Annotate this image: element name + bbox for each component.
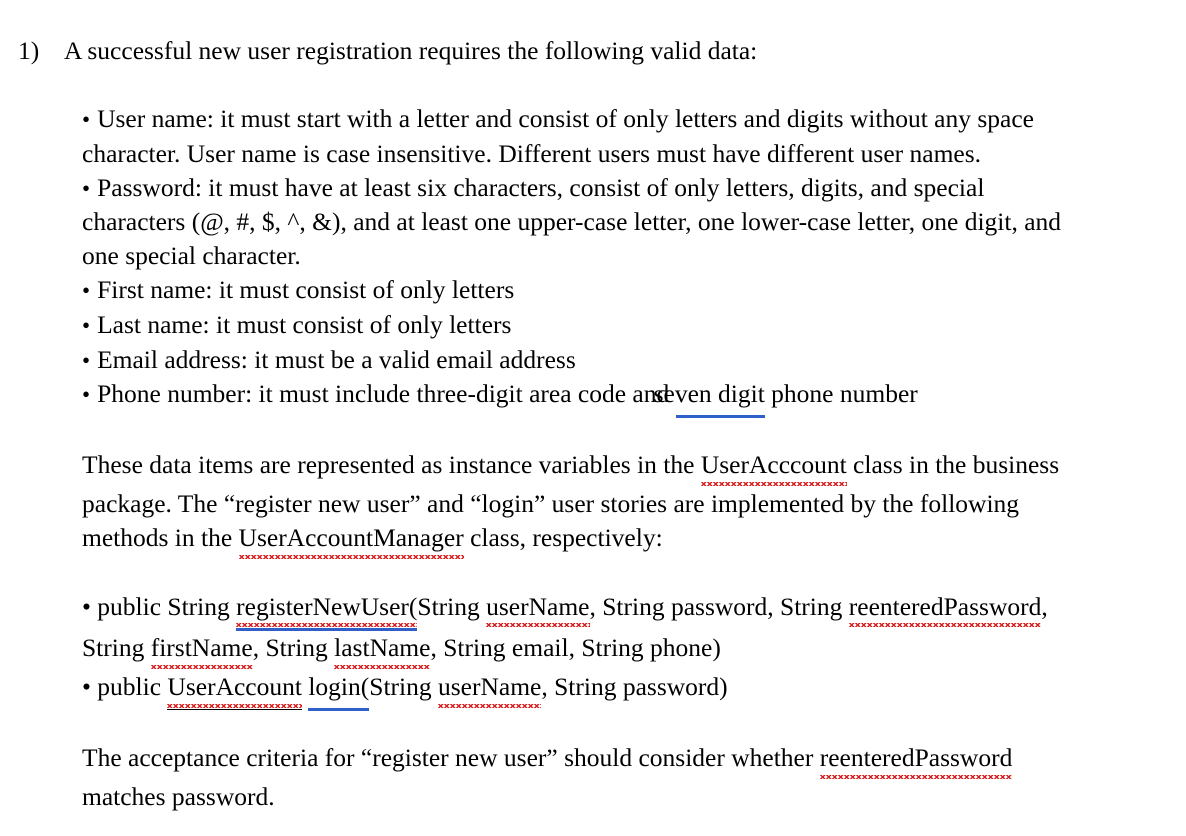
paragraph-acceptance-criteria: The acceptance criteria for “register ne… — [82, 740, 1140, 814]
spelling-error[interactable]: userName — [437, 670, 542, 709]
spelling-error-useraccountmanager[interactable]: UserAccountManager — [238, 520, 464, 560]
requirement-text: Email address: it must be a valid email … — [97, 344, 576, 374]
spelling-error[interactable]: lastName — [334, 631, 431, 670]
requirement-text-before: Phone number: it must include three-digi… — [97, 379, 676, 409]
requirement-phone: • Phone number: it must include three-dig… — [82, 377, 1140, 419]
bullet-dot: • — [82, 107, 91, 132]
bullet-dot: • — [82, 382, 91, 408]
method-signature-list: • public String registerNewUser(String u… — [82, 589, 1140, 711]
spelling-error[interactable]: userName — [486, 589, 590, 629]
spelling-error-underlined[interactable]: UserAccount — [167, 670, 302, 710]
bullet-line: • User name: it must start with a letter … — [82, 102, 1140, 137]
requirement-first-name: • First name: it must consist of only let… — [82, 273, 1140, 308]
text-run: , String password, String — [589, 591, 849, 621]
bullet-line: • Last name: it must consist of only lett… — [82, 308, 1140, 343]
text-run: • public — [82, 672, 168, 702]
requirement-text-cont: characters (@, #, $, ^, &), and at least… — [82, 207, 1062, 237]
requirement-text-cont: one special character. — [82, 241, 301, 271]
requirement-text: Password: it must have at least six char… — [97, 172, 985, 202]
spelling-error-useracccount[interactable]: UserAcccount — [700, 448, 847, 487]
requirement-email: • Email address: it must be a valid email… — [82, 343, 1140, 378]
text-after: class in the business — [846, 450, 1060, 480]
text-run: , String email, String phone) — [430, 633, 721, 663]
bullet-line: • Email address: it must be a valid email… — [82, 343, 1140, 378]
bullet-line: • Phone number: it must include three-dig… — [82, 377, 1140, 419]
requirements-list: • User name: it must start with a letter … — [82, 102, 1140, 419]
text-run: • public String — [82, 591, 237, 621]
requirement-text-after: phone number — [764, 379, 918, 409]
bullet-dot: • — [82, 277, 91, 303]
intro-text: A successful new user registration requi… — [64, 36, 758, 65]
spelling-error[interactable]: firstName — [150, 631, 253, 670]
requirement-password: • Password: it must have at least six cha… — [82, 171, 1140, 273]
bullet-line: • Password: it must have at least six cha… — [82, 171, 1140, 206]
method-register-new-user: • public String registerNewUser(String u… — [82, 589, 1140, 671]
grammar-spelling-error[interactable]: registerNewUser( — [236, 589, 418, 632]
list-number: 1) — [18, 36, 40, 65]
requirement-text: User name: it must start with a letter a… — [97, 104, 1034, 133]
grammar-error-seven-digit[interactable]: seven digit — [654, 377, 766, 419]
paragraph-line: matches password. — [82, 781, 275, 811]
text-run: String — [82, 633, 151, 663]
spelling-error-reenteredpassword[interactable]: reenteredPassword — [819, 740, 1013, 780]
text-run: , String — [252, 633, 335, 663]
bullet-line: • First name: it must consist of only let… — [82, 273, 1140, 308]
method-signature-line: • public String registerNewUser(String u… — [82, 589, 1140, 632]
text-before: methods in the — [82, 522, 239, 552]
bullet-dot: • — [82, 312, 91, 338]
paragraph-instance-variables: These data items are represented as inst… — [82, 448, 1140, 559]
text-after: class, respectively: — [463, 522, 663, 552]
text-before: The acceptance criteria for “register ne… — [82, 742, 820, 772]
bullet-dot: • — [82, 347, 91, 373]
text-run: , — [1041, 591, 1048, 621]
requirement-last-name: • Last name: it must consist of only lett… — [82, 308, 1140, 343]
bullet-dot: • — [82, 175, 91, 201]
paragraph-line: The acceptance criteria for “register ne… — [82, 740, 1140, 780]
text-run: , String password) — [541, 672, 728, 702]
spelling-error[interactable]: reenteredPassword — [848, 589, 1042, 629]
grammar-error[interactable]: login( — [308, 670, 370, 711]
paragraph-line: These data items are represented as inst… — [82, 448, 1140, 487]
text-run: String — [417, 591, 487, 621]
method-signature-line: String firstName, String lastName, Strin… — [82, 631, 1140, 670]
paragraph-line: methods in the UserAccountManager class,… — [82, 520, 1140, 560]
text-before: These data items are represented as inst… — [82, 450, 701, 480]
requirement-username: • User name: it must start with a letter … — [82, 102, 1140, 171]
paragraph-line: package. The “register new user” and “lo… — [82, 488, 1020, 518]
requirement-text: Last name: it must consist of only lette… — [97, 309, 512, 339]
method-signature-line: • public UserAccount login(String userNa… — [82, 670, 1140, 711]
requirement-text-cont: character. User name is case insensitive… — [82, 138, 982, 168]
numbered-item-1: 1) A successful new user registration re… — [18, 34, 1140, 68]
method-login: • public UserAccount login(String userNa… — [82, 670, 1140, 711]
document-page: 1) A successful new user registration re… — [0, 0, 1186, 836]
requirement-text: First name: it must consist of only lett… — [97, 274, 515, 304]
text-run: String — [369, 672, 438, 702]
